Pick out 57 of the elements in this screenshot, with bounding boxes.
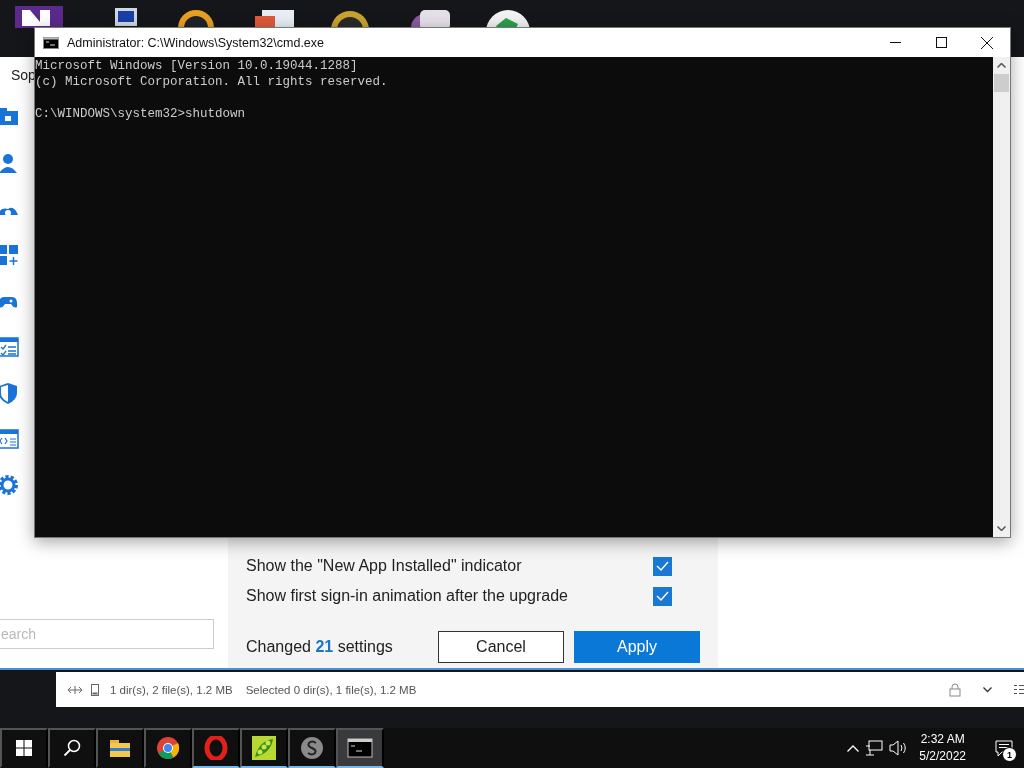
ring-icon (204, 736, 228, 760)
grid-plus-icon[interactable] (0, 243, 20, 267)
checklist-icon[interactable] (0, 335, 20, 359)
taskbar-app[interactable] (240, 728, 288, 768)
status-text: 1 dir(s), 2 file(s), 1.2 MB (110, 683, 233, 696)
search-field[interactable]: earch (0, 619, 214, 649)
chevron-up-icon[interactable] (847, 744, 860, 752)
checkbox[interactable] (653, 586, 672, 606)
changed-count-text: Changed 21 settings (246, 638, 394, 656)
notification-badge: 1 (1002, 747, 1017, 762)
console-icon (43, 36, 59, 49)
device-icon (91, 683, 99, 696)
gear-icon[interactable] (0, 473, 20, 497)
volume-icon[interactable] (889, 740, 908, 756)
taskbar-app[interactable] (144, 728, 192, 768)
taskbar-app[interactable] (96, 728, 144, 768)
taskbar-app[interactable] (336, 728, 384, 768)
console-output: Microsoft Windows [Version 10.0.19044.1288] (35, 58, 359, 74)
start-button[interactable] (0, 728, 48, 768)
command-line: C:\WINDOWS\system32>shutdown (35, 106, 247, 122)
clock-date: 5/2/2022 (919, 748, 966, 765)
scroll-down-icon[interactable] (997, 526, 1006, 531)
list-view-icon[interactable] (1014, 683, 1024, 696)
clock[interactable]: 2:32 AM 5/2/2022 (919, 731, 966, 765)
pea-pod-icon (251, 735, 277, 761)
shield-icon[interactable] (0, 381, 20, 405)
search-icon (63, 739, 81, 757)
option-label: Show first sign-in animation after the upgrade (246, 587, 568, 605)
apply-button[interactable]: Apply (574, 631, 700, 663)
console-output: (c) Microsoft Corporation. All rights reserved. (35, 74, 389, 90)
scroll-up-icon[interactable] (997, 63, 1006, 68)
notification-icon[interactable] (995, 739, 1013, 757)
taskbar-app[interactable] (192, 728, 240, 768)
checkbox[interactable] (653, 556, 672, 576)
chevron-down-icon[interactable] (983, 686, 992, 693)
clock-time: 2:32 AM (920, 731, 965, 748)
search-button[interactable] (48, 728, 96, 768)
option-label: Show the "New App Installed" indicator (246, 557, 522, 575)
taskbar-app[interactable] (288, 728, 336, 768)
resize-arrows-icon[interactable] (67, 684, 83, 695)
browser-icon (156, 736, 180, 760)
close-icon (981, 36, 993, 49)
console-icon (347, 738, 373, 758)
minimize-icon (889, 42, 901, 43)
lock-icon[interactable] (949, 682, 961, 697)
code-window-icon[interactable] (0, 427, 20, 451)
status-text: Selected 0 dir(s), 1 file(s), 1.2 MB (245, 683, 417, 696)
maximize-icon (935, 37, 947, 48)
cancel-button[interactable]: Cancel (438, 631, 564, 663)
person-icon[interactable] (0, 151, 20, 175)
network-icon[interactable] (865, 740, 884, 756)
s-circle-icon (300, 736, 324, 760)
folder-icon (109, 738, 131, 758)
scrollbar[interactable] (993, 57, 1010, 537)
windows-logo-icon (16, 740, 32, 756)
scroll-thumb[interactable] (994, 74, 1009, 92)
window-title: Administrator: C:\Windows\System32\cmd.exe (67, 35, 326, 50)
